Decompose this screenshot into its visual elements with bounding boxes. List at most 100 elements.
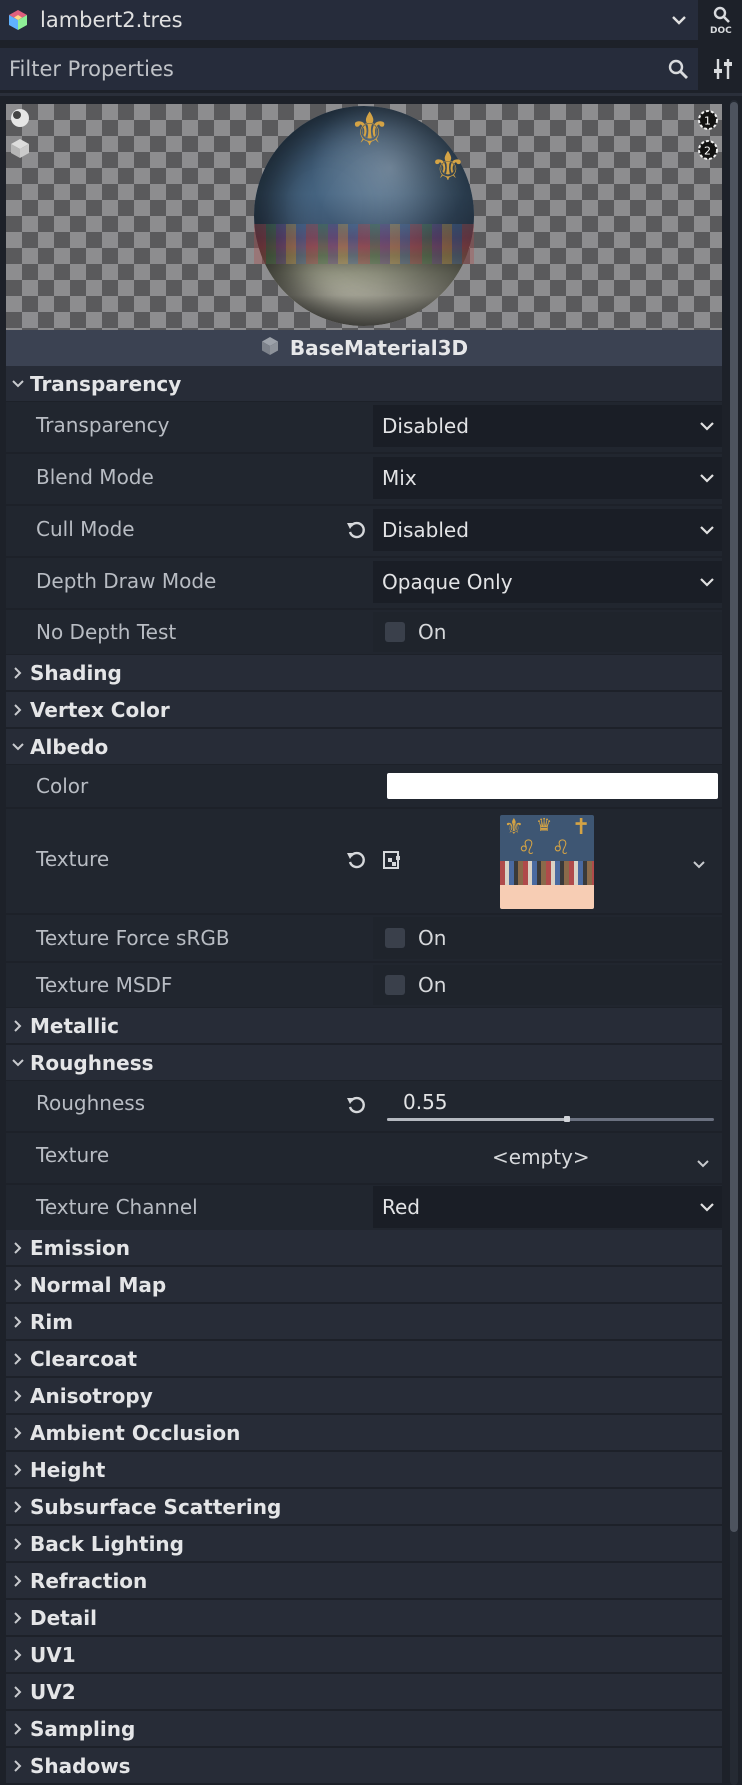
chevron-right-icon bbox=[8, 703, 28, 716]
prop-roughness-texture: Texture <empty> bbox=[6, 1133, 722, 1183]
msdf-checkbox[interactable]: On bbox=[373, 965, 722, 1005]
section-albedo[interactable]: Albedo bbox=[6, 729, 722, 764]
section-label: Transparency bbox=[30, 371, 182, 396]
light-2-icon[interactable]: 2 bbox=[696, 138, 720, 162]
slider-fill bbox=[387, 1118, 567, 1121]
revert-icon[interactable] bbox=[344, 848, 368, 872]
prop-label: Blend Mode bbox=[36, 465, 154, 489]
tools-icon bbox=[714, 59, 732, 79]
documentation-button[interactable]: DOC bbox=[704, 0, 742, 40]
prop-label: Texture bbox=[36, 847, 110, 871]
section-label: Emission bbox=[30, 1235, 130, 1260]
property-tools-button[interactable] bbox=[704, 48, 742, 90]
checkbox[interactable] bbox=[385, 928, 405, 948]
section-clearcoat[interactable]: Clearcoat bbox=[6, 1341, 722, 1376]
prop-depth-draw-mode: Depth Draw Mode Opaque Only bbox=[6, 558, 722, 608]
chevron-right-icon bbox=[8, 1500, 28, 1513]
cull-mode-dropdown[interactable]: Disabled bbox=[373, 509, 722, 551]
light-1-icon[interactable]: 1 bbox=[696, 108, 720, 132]
filter-properties-field[interactable]: Filter Properties bbox=[0, 48, 698, 90]
depth-draw-dropdown[interactable]: Opaque Only bbox=[373, 561, 722, 603]
dropdown-value: Disabled bbox=[382, 414, 469, 438]
section-back-lighting[interactable]: Back Lighting bbox=[6, 1526, 722, 1561]
section-emission[interactable]: Emission bbox=[6, 1230, 722, 1265]
texture-band bbox=[500, 861, 594, 885]
section-sampling[interactable]: Sampling bbox=[6, 1711, 722, 1746]
prop-cull-mode: Cull Mode Disabled bbox=[6, 506, 722, 556]
section-label: Roughness bbox=[30, 1050, 154, 1075]
chevron-down-icon bbox=[692, 577, 722, 587]
checkbox[interactable] bbox=[385, 975, 405, 995]
prop-texture-msdf: Texture MSDF On bbox=[6, 963, 722, 1007]
resource-selector[interactable]: lambert2.tres bbox=[0, 0, 698, 40]
chevron-right-icon bbox=[8, 666, 28, 679]
chevron-right-icon bbox=[8, 1537, 28, 1550]
search-icon bbox=[658, 58, 698, 80]
cube-preview-icon[interactable] bbox=[8, 136, 32, 160]
prop-label: Texture MSDF bbox=[36, 973, 173, 997]
preview-sphere: ⚜ ⚜ bbox=[254, 104, 474, 326]
section-refraction[interactable]: Refraction bbox=[6, 1563, 722, 1598]
section-rim[interactable]: Rim bbox=[6, 1304, 722, 1339]
scrollbar-thumb[interactable] bbox=[730, 102, 738, 1532]
prop-albedo-color: Color bbox=[6, 765, 722, 807]
section-metallic[interactable]: Metallic bbox=[6, 1008, 722, 1043]
keyframe-texture-icon[interactable] bbox=[380, 848, 404, 872]
chevron-right-icon bbox=[8, 1574, 28, 1587]
filter-properties-input[interactable]: Filter Properties bbox=[9, 57, 658, 81]
chevron-down-icon bbox=[8, 742, 28, 751]
section-label: Refraction bbox=[30, 1568, 148, 1593]
prop-label: No Depth Test bbox=[36, 620, 177, 644]
chevron-down-icon[interactable] bbox=[664, 15, 694, 25]
prop-label: Texture Force sRGB bbox=[36, 926, 230, 950]
inspector-scrollbar[interactable] bbox=[730, 100, 738, 1785]
chevron-right-icon bbox=[8, 1722, 28, 1735]
crest-icon: ♌ bbox=[518, 835, 536, 859]
force-srgb-checkbox[interactable]: On bbox=[373, 917, 722, 959]
revert-icon[interactable] bbox=[344, 1093, 368, 1117]
texture-empty-slot[interactable]: <empty> bbox=[492, 1145, 590, 1169]
cross-icon: ✝ bbox=[572, 815, 591, 840]
chevron-down-icon[interactable] bbox=[692, 854, 706, 873]
chevron-right-icon bbox=[8, 1278, 28, 1291]
section-transparency[interactable]: Transparency bbox=[6, 366, 722, 401]
section-subsurface-scattering[interactable]: Subsurface Scattering bbox=[6, 1489, 722, 1524]
section-anisotropy[interactable]: Anisotropy bbox=[6, 1378, 722, 1413]
section-label: Subsurface Scattering bbox=[30, 1494, 282, 1519]
section-shadows[interactable]: Shadows bbox=[6, 1748, 722, 1783]
roughness-value[interactable]: 0.55 bbox=[403, 1090, 448, 1114]
section-label: Clearcoat bbox=[30, 1346, 138, 1371]
material-resource-icon bbox=[4, 6, 32, 34]
section-normal-map[interactable]: Normal Map bbox=[6, 1267, 722, 1302]
section-ambient-occlusion[interactable]: Ambient Occlusion bbox=[6, 1415, 722, 1450]
section-shading[interactable]: Shading bbox=[6, 655, 722, 690]
section-uv2[interactable]: UV2 bbox=[6, 1674, 722, 1709]
no-depth-test-checkbox[interactable]: On bbox=[373, 612, 722, 652]
section-height[interactable]: Height bbox=[6, 1452, 722, 1487]
blend-mode-dropdown[interactable]: Mix bbox=[373, 457, 722, 499]
prop-texture-channel: Texture Channel Red bbox=[6, 1185, 722, 1231]
texture-channel-dropdown[interactable]: Red bbox=[373, 1186, 722, 1228]
section-roughness[interactable]: Roughness bbox=[6, 1045, 722, 1080]
checkbox[interactable] bbox=[385, 622, 405, 642]
section-label: Detail bbox=[30, 1605, 97, 1630]
section-detail[interactable]: Detail bbox=[6, 1600, 722, 1635]
slider-grabber[interactable] bbox=[563, 1116, 570, 1122]
transparency-dropdown[interactable]: Disabled bbox=[373, 405, 722, 447]
albedo-color-swatch[interactable] bbox=[387, 773, 718, 799]
material-cube-icon bbox=[260, 336, 280, 360]
prop-label: Transparency bbox=[36, 413, 170, 437]
sphere-texture-band bbox=[254, 224, 474, 264]
albedo-texture-thumbnail[interactable]: ⚜ ♛ ✝ ♌ ♌ bbox=[500, 815, 594, 909]
revert-icon[interactable] bbox=[344, 518, 368, 542]
chevron-down-icon[interactable] bbox=[696, 1153, 710, 1172]
roughness-slider[interactable] bbox=[387, 1116, 714, 1122]
material-type-label: BaseMaterial3D bbox=[289, 336, 469, 360]
section-uv1[interactable]: UV1 bbox=[6, 1637, 722, 1672]
prop-label: Texture Channel bbox=[36, 1195, 198, 1219]
dropdown-value: Mix bbox=[382, 466, 417, 490]
chevron-right-icon bbox=[8, 1648, 28, 1661]
section-vertex-color[interactable]: Vertex Color bbox=[6, 692, 722, 727]
section-label: Normal Map bbox=[30, 1272, 167, 1297]
light-toggle-icon[interactable] bbox=[8, 106, 32, 130]
